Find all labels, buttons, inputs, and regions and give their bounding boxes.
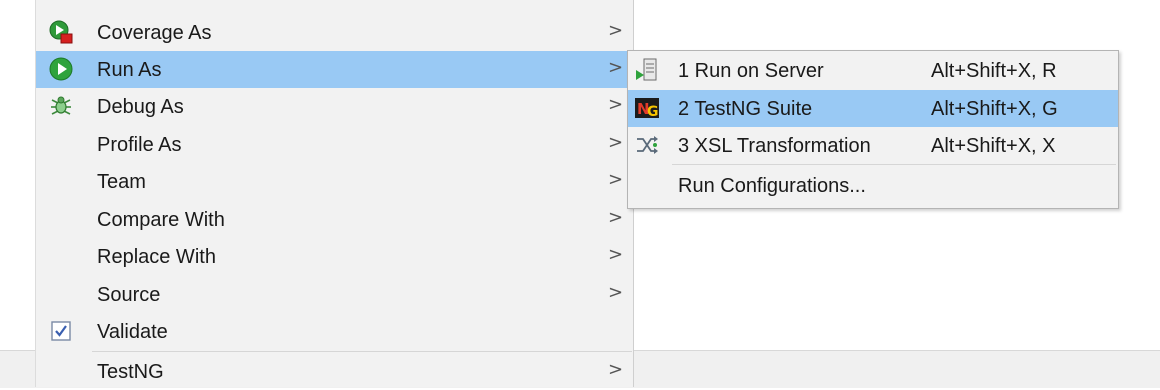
xsl-transform-icon	[635, 133, 659, 157]
menu-item-label: Debug As	[97, 96, 184, 118]
submenu-item-run-configurations[interactable]: Run Configurations...	[628, 167, 1118, 204]
keyboard-shortcut: Alt+Shift+X, X	[931, 135, 1056, 157]
menu-item-label: Team	[97, 171, 146, 193]
submenu-arrow-icon: >	[608, 244, 624, 265]
menu-item-coverage-as[interactable]: Coverage As >	[36, 14, 633, 51]
menu-item-testng[interactable]: TestNG >	[36, 353, 633, 390]
menu-item-label: Replace With	[97, 246, 216, 268]
submenu-arrow-icon: >	[608, 207, 624, 228]
menu-item-label: Run As	[97, 59, 162, 81]
menu-item-label: Compare With	[97, 209, 225, 231]
svg-text:G: G	[647, 104, 659, 120]
coverage-icon	[49, 20, 73, 44]
menu-separator	[92, 351, 632, 352]
submenu-arrow-icon: >	[608, 94, 624, 115]
menu-item-profile-as[interactable]: Profile As >	[36, 126, 633, 163]
keyboard-shortcut: Alt+Shift+X, R	[931, 60, 1057, 82]
submenu-arrow-icon: >	[608, 169, 624, 190]
menu-item-label: Coverage As	[97, 22, 212, 44]
menu-item-source[interactable]: Source >	[36, 276, 633, 313]
submenu-item-label: 1 Run on Server	[678, 60, 824, 82]
submenu-item-xsl-transformation[interactable]: 3 XSL Transformation Alt+Shift+X, X	[628, 127, 1118, 164]
menu-item-compare-with[interactable]: Compare With >	[36, 201, 633, 238]
submenu-arrow-icon: >	[608, 20, 624, 41]
menu-item-label: TestNG	[97, 361, 164, 383]
submenu-arrow-icon: >	[608, 57, 624, 78]
menu-item-label: Source	[97, 284, 161, 306]
testng-icon: N G	[635, 96, 659, 120]
submenu-item-run-on-server[interactable]: 1 Run on Server Alt+Shift+X, R	[628, 52, 1118, 89]
keyboard-shortcut: Alt+Shift+X, G	[931, 98, 1058, 120]
submenu-arrow-icon: >	[608, 359, 624, 380]
submenu-item-testng-suite[interactable]: N G 2 TestNG Suite Alt+Shift+X, G	[628, 90, 1118, 127]
run-as-submenu: 1 Run on Server Alt+Shift+X, R N G 2 Tes…	[627, 50, 1119, 209]
context-menu: Coverage As > Run As > Debug As > Profil…	[35, 0, 634, 387]
submenu-separator	[672, 164, 1116, 165]
submenu-item-label: 3 XSL Transformation	[678, 135, 871, 157]
debug-bug-icon	[49, 94, 73, 118]
submenu-arrow-icon: >	[608, 132, 624, 153]
submenu-item-label: 2 TestNG Suite	[678, 98, 813, 120]
run-icon	[49, 57, 73, 81]
menu-item-replace-with[interactable]: Replace With >	[36, 238, 633, 275]
submenu-item-label: Run Configurations...	[678, 175, 866, 197]
server-icon	[635, 58, 659, 82]
menu-item-label: Validate	[97, 321, 168, 343]
menu-item-label: Profile As	[97, 134, 182, 156]
menu-item-run-as[interactable]: Run As >	[36, 51, 633, 88]
menu-item-validate[interactable]: Validate	[36, 313, 633, 350]
validate-checkbox-icon	[49, 319, 73, 343]
menu-item-team[interactable]: Team >	[36, 163, 633, 200]
submenu-arrow-icon: >	[608, 282, 624, 303]
menu-item-debug-as[interactable]: Debug As >	[36, 88, 633, 125]
